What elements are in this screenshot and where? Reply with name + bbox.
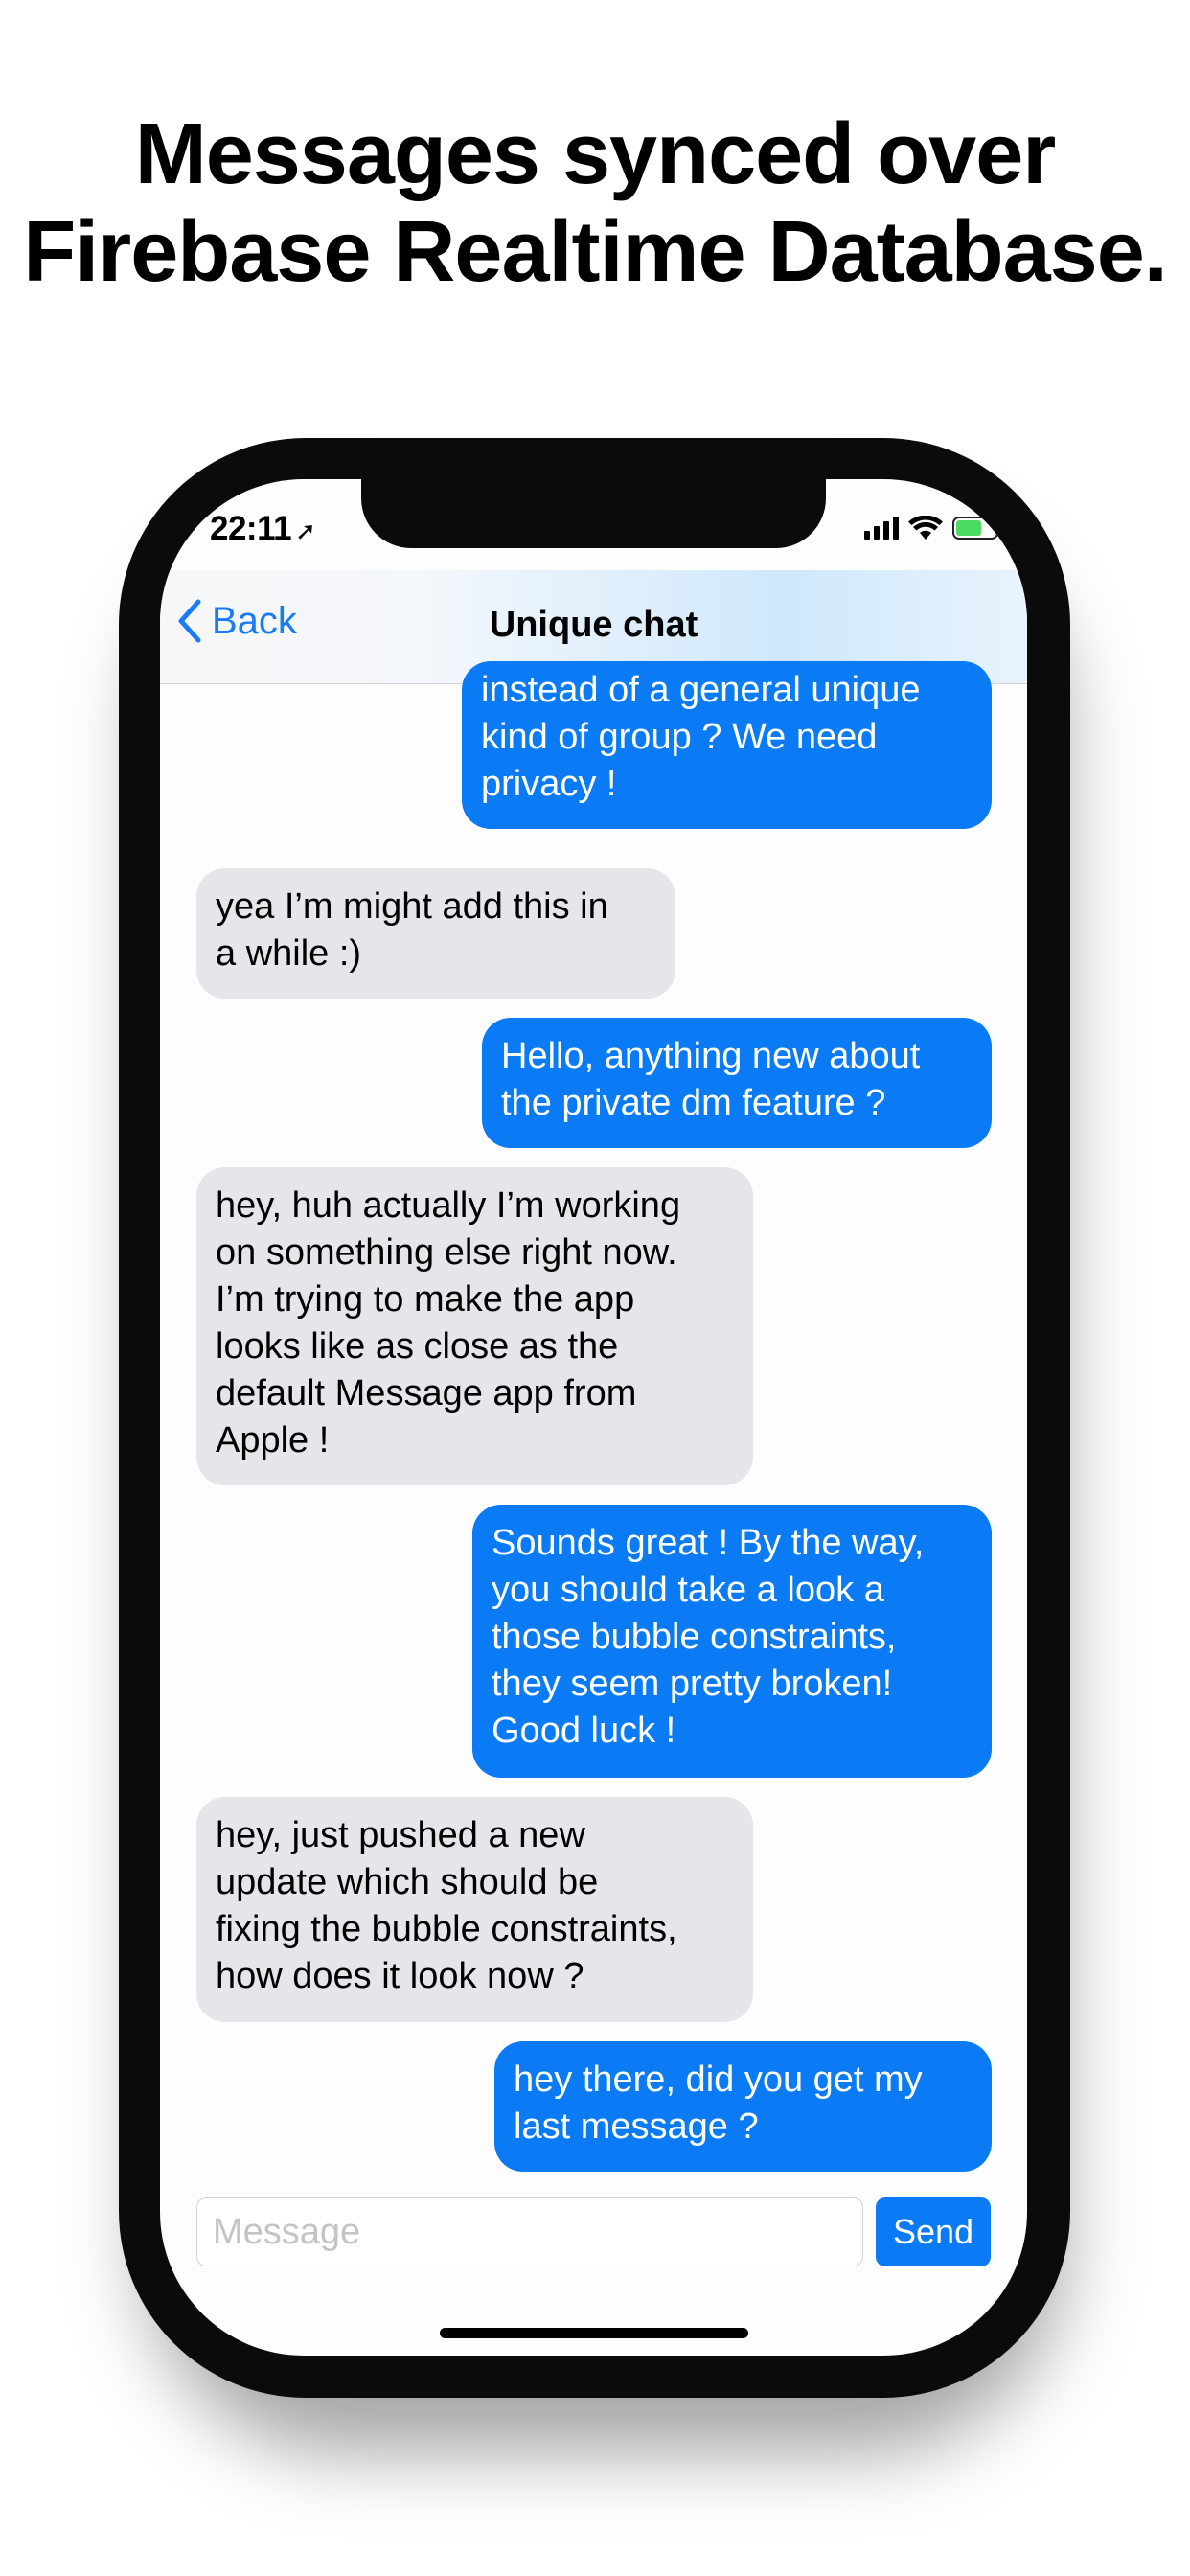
message-line: instead of a general unique [481,670,921,710]
status-time-text: 22:11 [210,510,292,547]
outgoing-message-bubble[interactable]: Hello, anything new about the private dm … [482,1018,992,1148]
message-line: yea I’m might add this in [216,886,608,927]
message-line: Good luck ! [492,1711,676,1751]
outgoing-message-bubble[interactable]: instead of a general unique kind of group… [462,661,992,829]
message-line: Hello, anything new about [501,1036,921,1076]
send-button[interactable]: Send [876,2197,991,2266]
message-line: hey, just pushed a new [216,1815,585,1855]
status-time: 22:11 ➚ [210,510,316,548]
message-line: Sounds great ! By the way, [492,1523,925,1563]
message-line: on something else right now. [216,1232,677,1273]
phone-screen: 22:11 ➚ Back Unique chat instead of a gen… [160,479,1027,2356]
headline-line-2: Firebase Realtime Database. [23,204,1168,300]
message-line: I’m trying to make the app [216,1279,635,1320]
home-indicator[interactable] [440,2328,748,2338]
message-line: those bubble constraints, [492,1617,897,1657]
notch [361,479,826,548]
message-line: kind of group ? We need [481,717,878,757]
message-line: a while :) [216,933,362,974]
headline-line-1: Messages synced over [134,106,1057,202]
headline: Messages synced over Firebase Realtime D… [0,105,1190,301]
cellular-signal-icon [864,517,899,540]
message-line: default Message app from [216,1373,637,1414]
chat-title: Unique chat [489,605,698,645]
message-input[interactable] [196,2197,863,2266]
battery-charging-icon [952,517,1003,540]
message-line: hey, huh actually I’m working [216,1185,681,1226]
message-line: fixing the bubble constraints, [216,1909,677,1949]
message-line: how does it look now ? [216,1956,584,1996]
incoming-message-bubble[interactable]: yea I’m might add this in a while :) [196,868,675,999]
message-line: privacy ! [481,764,617,804]
message-line: the private dm feature ? [501,1083,886,1123]
location-arrow-icon: ➚ [295,517,316,545]
incoming-message-bubble[interactable]: hey, just pushed a new update which shoul… [196,1797,753,2022]
outgoing-message-bubble[interactable]: Sounds great ! By the way, you should tak… [472,1505,992,1778]
message-line: update which should be [216,1862,599,1902]
message-line: looks like as close as the [216,1326,619,1367]
outgoing-message-bubble[interactable]: hey there, did you get my last message ? [494,2041,992,2172]
wifi-icon [908,516,943,540]
message-line: they seem pretty broken! [492,1664,893,1704]
status-icons [864,516,1003,540]
message-line: last message ? [514,2106,759,2147]
message-line: you should take a look a [492,1570,884,1610]
message-line: Apple ! [216,1420,330,1460]
message-line: hey there, did you get my [514,2059,923,2100]
incoming-message-bubble[interactable]: hey, huh actually I’m working on somethin… [196,1167,753,1485]
